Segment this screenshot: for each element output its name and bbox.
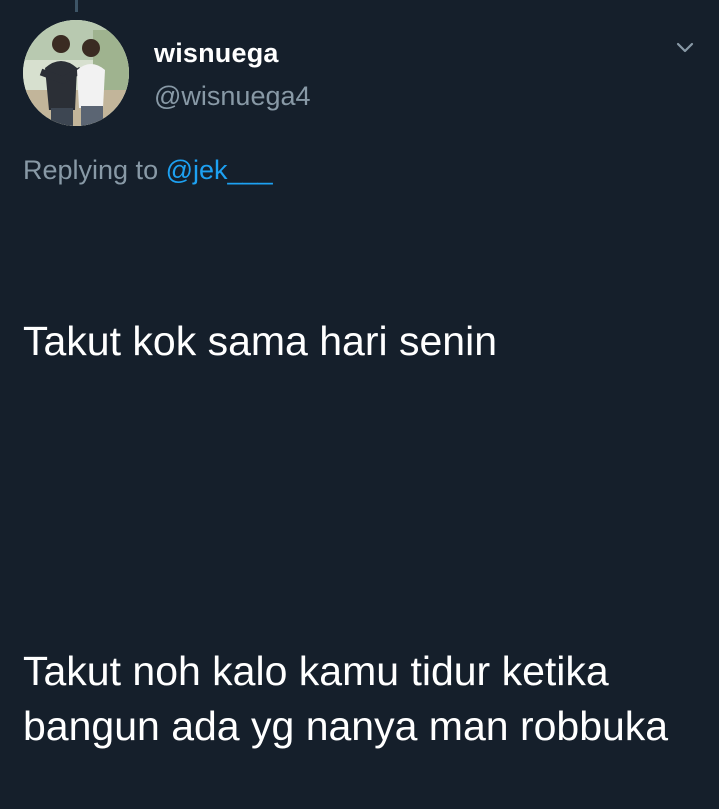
reply-mention-link[interactable]: @jek___: [166, 155, 273, 185]
user-handle[interactable]: @wisnuega4: [154, 81, 311, 112]
chevron-down-icon[interactable]: [668, 36, 702, 62]
thread-connector-line: [75, 0, 78, 12]
tweet-paragraph-2: Takut noh kalo kamu tidur ketika bangun …: [23, 648, 669, 749]
replying-to-line: Replying to @jek___: [23, 155, 273, 186]
display-name[interactable]: wisnuega: [154, 38, 279, 69]
replying-to-label: Replying to: [23, 155, 159, 185]
tweet-paragraph-1: Takut kok sama hari senin: [23, 318, 498, 364]
profile-photo-icon: [23, 20, 129, 126]
tweet-body: Takut kok sama hari senin Takut noh kalo…: [23, 204, 703, 809]
avatar[interactable]: [23, 20, 129, 126]
